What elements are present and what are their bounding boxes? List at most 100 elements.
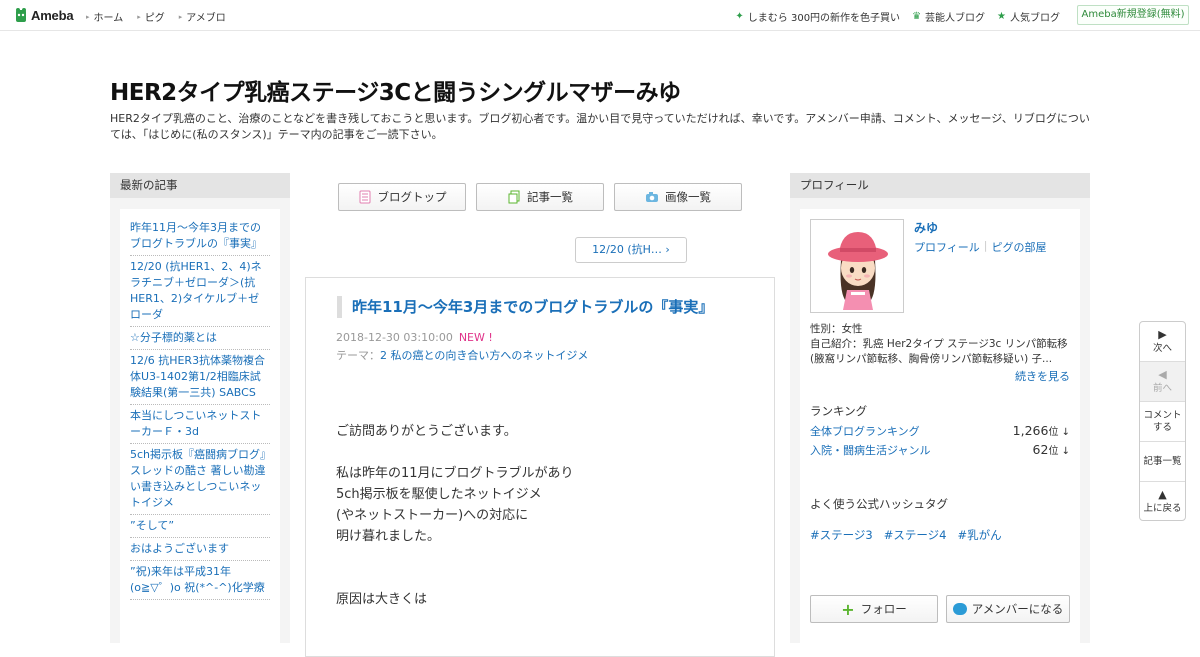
back-to-top-button[interactable]: ▲ 上に戻る <box>1140 482 1185 522</box>
next-article-pager[interactable]: 12/20 (抗H… › <box>575 237 687 263</box>
ranking-link[interactable]: 全体ブログランキング <box>810 423 920 439</box>
recent-post-link[interactable]: 本当にしつこいネットストーカーＦ・3d <box>130 409 261 438</box>
list-item: ☆分子標的薬とは <box>130 327 270 350</box>
recent-post-link[interactable]: ”そして” <box>130 519 174 532</box>
chevron-right-icon: ▸ <box>86 12 90 21</box>
profile-gender: 性別：女性 <box>810 323 863 335</box>
copy-icon <box>508 190 520 204</box>
right-sidebar: プロフィール みゆ プロフィール | ピグの部屋 性別：女性 自己紹介：乳癌 H… <box>790 173 1090 649</box>
hashtag-link[interactable]: #ステージ3 <box>810 527 873 543</box>
sparkle-icon: ✦ <box>735 11 744 22</box>
blog-nav-buttons: ブログトップ 記事一覧 画像一覧 <box>338 183 752 211</box>
blog-top-button[interactable]: ブログトップ <box>338 183 466 211</box>
recent-post-link[interactable]: 12/20 (抗HER1、2、4)ネラチニブ＋ゼローダ＞(抗HER1、2)タイケ… <box>130 260 262 321</box>
image-list-button[interactable]: 画像一覧 <box>614 183 742 211</box>
camera-icon <box>646 192 658 202</box>
article-list-float-button[interactable]: 記事一覧 <box>1140 442 1185 482</box>
ranking-row-overall: 全体ブログランキング 1,266位 ↓ <box>810 423 1070 439</box>
promo-link[interactable]: ✦ しまむら 300円の新作を色子買い <box>735 9 900 24</box>
ameba-logo[interactable]: Ameba <box>14 7 74 23</box>
nav-home-link[interactable]: ▸ ホーム <box>86 9 123 25</box>
pigg-room-link[interactable]: ピグの部屋 <box>992 239 1047 255</box>
signup-button[interactable]: Ameba新規登録(無料) <box>1077 5 1189 25</box>
profile-links: プロフィール | ピグの部屋 <box>914 239 1047 255</box>
ranking-row-genre: 入院・闘病生活ジャンル 62位 ↓ <box>810 442 1070 458</box>
list-item: ”そして” <box>130 515 270 538</box>
separator: | <box>983 239 988 252</box>
ranking-value: 62位 ↓ <box>1032 442 1070 457</box>
global-nav-right: ✦ しまむら 300円の新作を色子買い ♛ 芸能人ブログ ★ 人気ブログ <box>723 9 1060 24</box>
recent-posts-heading: 最新の記事 <box>110 173 290 198</box>
plus-icon: + <box>841 599 855 619</box>
amember-icon <box>952 603 967 615</box>
follow-button[interactable]: + フォロー <box>810 595 938 623</box>
ranking-value: 1,266位 ↓ <box>1012 423 1070 438</box>
profile-info: 性別：女性 自己紹介：乳癌 Her2タイプ ステージ3c リンパ節転移 (腋窩リ… <box>810 322 1070 367</box>
profile-heading: プロフィール <box>790 173 1090 198</box>
document-icon <box>359 190 370 204</box>
profile-card: みゆ プロフィール | ピグの部屋 性別：女性 自己紹介：乳癌 Her2タイプ … <box>800 209 1080 649</box>
profile-link[interactable]: プロフィール <box>914 239 980 255</box>
next-article-button[interactable]: ▶ 次へ <box>1140 322 1185 362</box>
left-sidebar: 最新の記事 昨年11月～今年3月までのブログトラブルの『事実』 12/20 (抗… <box>110 173 290 649</box>
ranking-heading: ランキング <box>810 404 868 418</box>
crown-icon: ♛ <box>912 11 922 22</box>
article-list-button[interactable]: 記事一覧 <box>476 183 604 211</box>
blog-description: HER2タイプ乳癌のこと、治療のことなどを書き残しておこうと思います。ブログ初心… <box>110 112 1090 141</box>
ameba-logo-icon <box>16 8 26 22</box>
prev-article-button[interactable]: ◀ 前へ <box>1140 362 1185 402</box>
hashtag-heading: よく使う公式ハッシュタグ <box>810 497 948 511</box>
article-card: 昨年11月～今年3月までのブログトラブルの『事実』 2018-12-30 03:… <box>305 277 775 657</box>
profile-name-link[interactable]: みゆ <box>914 219 938 236</box>
play-left-icon: ◀ <box>1158 367 1167 381</box>
avatar-illustration-icon <box>811 220 903 312</box>
body-line: 私は昨年の11月にブログトラブルがあり <box>336 466 574 481</box>
nav-ameblo-link[interactable]: ▸ アメブロ <box>178 9 226 25</box>
hashtag-link[interactable]: #乳がん <box>957 527 1001 543</box>
body-line: 原因は大きくは <box>336 592 428 607</box>
recent-post-link[interactable]: ☆分子標的薬とは <box>130 331 217 344</box>
list-item: 12/6 抗HER3抗体薬物複合体U3-1402第1/2相臨床試験結果(第一三共… <box>130 350 270 405</box>
chevron-right-icon: ▸ <box>137 12 141 21</box>
ranking-link[interactable]: 入院・闘病生活ジャンル <box>810 442 930 458</box>
nav-pigg-link[interactable]: ▸ ピグ <box>137 9 165 25</box>
global-header: Ameba ▸ ホーム ▸ ピグ ▸ アメブロ ✦ しまむら 300円の新作を色子買い … <box>0 0 1200 31</box>
amember-button[interactable]: アメンバーになる <box>946 595 1070 623</box>
celebrity-blog-link[interactable]: ♛ 芸能人ブログ <box>912 9 985 24</box>
list-item: ”祝)来年は平成31年(o≧▽゜)o 祝(*^-^)化学療 <box>130 561 270 600</box>
recent-post-link[interactable]: 12/6 抗HER3抗体薬物複合体U3-1402第1/2相臨床試験結果(第一三共… <box>130 354 265 399</box>
recent-post-link[interactable]: 5ch掲示板『癌闘病ブログ』スレッドの酷さ 著しい勘違い書き込みとしつこいネット… <box>130 448 266 509</box>
read-more-link[interactable]: 続きを見る <box>1015 368 1070 384</box>
new-badge: NEW ! <box>458 331 493 344</box>
hashtag-link[interactable]: #ステージ4 <box>884 527 947 543</box>
logo-text: Ameba <box>31 7 74 23</box>
list-item: 昨年11月～今年3月までのブログトラブルの『事実』 <box>130 217 270 256</box>
hashtag-list: #ステージ3 #ステージ4 #乳がん <box>810 527 1013 543</box>
recent-post-link[interactable]: 昨年11月～今年3月までのブログトラブルの『事実』 <box>130 221 262 250</box>
star-icon: ★ <box>997 11 1006 22</box>
theme-link[interactable]: 2 私の癌との向き合い方へのネットイジメ <box>380 349 588 362</box>
recent-post-link[interactable]: おはようございます <box>130 542 229 555</box>
recent-posts-list: 昨年11月～今年3月までのブログトラブルの『事実』 12/20 (抗HER1、2… <box>120 209 280 649</box>
list-item: おはようございます <box>130 538 270 561</box>
blog-title[interactable]: HER2タイプ乳癌ステージ3Cと闘うシングルマザーみゆ <box>110 73 681 107</box>
avatar[interactable] <box>810 219 904 313</box>
up-arrow-icon: ▲ <box>1158 488 1167 501</box>
list-item: 本当にしつこいネットストーカーＦ・3d <box>130 405 270 444</box>
chevron-right-icon: ▸ <box>178 12 183 21</box>
popular-blog-link[interactable]: ★ 人気ブログ <box>997 9 1060 24</box>
recent-post-link[interactable]: ”祝)来年は平成31年(o≧▽゜)o 祝(*^-^)化学療 <box>130 565 265 594</box>
chevron-right-icon: › <box>665 243 670 256</box>
article-meta: 2018-12-30 03:10:00 NEW ! <box>336 331 493 344</box>
article-date: 2018-12-30 03:10:00 <box>336 331 453 344</box>
body-line: (やネットストーカー)への対応に <box>336 508 529 523</box>
play-right-icon: ▶ <box>1158 327 1167 341</box>
comment-button[interactable]: コメントする <box>1140 402 1185 442</box>
list-item: 12/20 (抗HER1、2、4)ネラチニブ＋ゼローダ＞(抗HER1、2)タイケ… <box>130 256 270 327</box>
article-body: ご訪問ありがとうございます。 私は昨年の11月にブログトラブルがあり 5ch掲示… <box>336 421 574 610</box>
article-title[interactable]: 昨年11月～今年3月までのブログトラブルの『事実』 <box>337 296 757 318</box>
list-item: 5ch掲示板『癌闘病ブログ』スレッドの酷さ 著しい勘違い書き込みとしつこいネット… <box>130 444 270 515</box>
